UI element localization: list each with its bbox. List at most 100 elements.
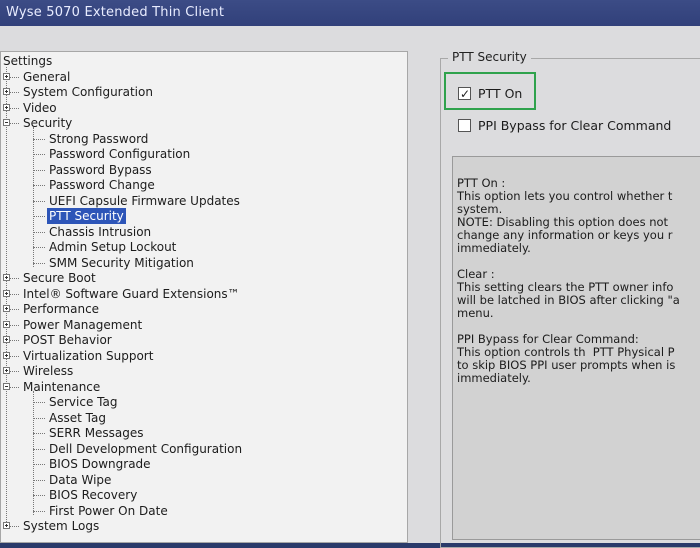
tree-item-label: BIOS Downgrade (49, 457, 151, 471)
tree-item-bios-recovery[interactable]: BIOS Recovery (47, 487, 139, 503)
tree-connector (33, 138, 45, 140)
tree-item-password-change[interactable]: Password Change (47, 177, 157, 193)
help-line: immediately. (457, 371, 531, 385)
tree-item-serr-messages[interactable]: SERR Messages (47, 425, 146, 441)
help-text: PTT On : This option lets you control whe… (457, 177, 700, 385)
tree-connector (10, 107, 19, 109)
tree-item-label: Password Configuration (49, 147, 191, 161)
tree-connector (6, 67, 7, 528)
tree-item-general[interactable]: General (21, 69, 72, 85)
tree-item-label: System Configuration (23, 85, 153, 99)
help-line: menu. (457, 306, 494, 320)
tree-item-label: Virtualization Support (23, 348, 154, 363)
tree-item-wireless[interactable]: Wireless (21, 363, 75, 379)
tree-connector (33, 448, 45, 450)
tree-connector (10, 92, 19, 93)
tree-connector (33, 417, 45, 419)
tree-item-system-configuration[interactable]: System Configuration (21, 84, 155, 100)
tree-item-label: UEFI Capsule Firmware Updates (49, 193, 240, 208)
tree-item-video[interactable]: Video (21, 100, 59, 116)
tree-connector (10, 278, 19, 279)
tree-item-smm-security-mitigation[interactable]: SMM Security Mitigation (47, 255, 196, 271)
tree-item-label: Admin Setup Lockout (49, 240, 177, 254)
tree-item-label: Asset Tag (49, 410, 106, 425)
ptt-on-checkbox[interactable]: ✓ (458, 87, 471, 101)
tree-item-power-management[interactable]: Power Management (21, 317, 144, 333)
tree-connector (33, 200, 45, 202)
expand-icon[interactable] (3, 351, 10, 359)
expand-icon[interactable] (3, 522, 10, 529)
expand-icon[interactable] (3, 336, 10, 343)
tree-item-label: Wireless (23, 364, 74, 378)
tree-item-dell-development-configuration[interactable]: Dell Development Configuration (47, 441, 244, 457)
ppi-bypass-checkbox[interactable]: ✓ (458, 119, 471, 132)
tree-item-system-logs[interactable]: System Logs (21, 518, 101, 534)
tree-connector (33, 402, 45, 403)
tree-item-intel-software-guard-extensions[interactable]: Intel® Software Guard Extensions™ (21, 286, 242, 302)
tree-item-label: Performance (23, 302, 100, 316)
tree-item-label: Video (23, 100, 57, 115)
expand-icon[interactable] (3, 320, 10, 328)
expand-icon[interactable] (3, 72, 10, 80)
help-text-panel: PTT On : This option lets you control whe… (452, 156, 700, 540)
tree-item-label: Password Change (49, 178, 155, 192)
tree-item-secure-boot[interactable]: Secure Boot (21, 270, 98, 286)
expand-icon[interactable] (3, 274, 10, 281)
tree-connector (10, 293, 19, 295)
collapse-icon[interactable] (3, 382, 10, 390)
expand-icon[interactable] (3, 103, 10, 111)
tree-item-bios-downgrade[interactable]: BIOS Downgrade (47, 456, 153, 472)
tree-item-virtualization-support[interactable]: Virtualization Support (21, 348, 155, 364)
settings-tree[interactable]: Settings General System Configuration Video… (0, 51, 408, 543)
tree-connector (10, 340, 19, 341)
tree-connector (10, 386, 19, 388)
tree-connector (33, 464, 45, 465)
tree-item-security[interactable]: Security (21, 115, 74, 131)
tree-item-label: SERR Messages (49, 426, 144, 440)
tree-item-performance[interactable]: Performance (21, 301, 101, 317)
tree-connector (10, 371, 19, 372)
tree-connector (10, 355, 19, 357)
tree-connector (10, 76, 19, 78)
collapse-icon[interactable] (3, 119, 10, 126)
tree-connector (33, 154, 45, 155)
tree-item-password-bypass[interactable]: Password Bypass (47, 162, 154, 178)
expand-icon[interactable] (3, 305, 10, 312)
tree-root-settings[interactable]: Settings (1, 53, 54, 69)
tree-item-label: Security (23, 116, 73, 130)
tree-item-strong-password[interactable]: Strong Password (47, 131, 150, 147)
tree-item-service-tag[interactable]: Service Tag (47, 394, 119, 410)
tree-connector (33, 495, 45, 496)
tree-item-admin-setup-lockout[interactable]: Admin Setup Lockout (47, 239, 178, 255)
tree-connector (33, 262, 45, 264)
tree-connector (33, 231, 45, 233)
tree-item-label: Dell Development Configuration (49, 441, 243, 456)
tree-item-label: Data Wipe (49, 472, 112, 487)
expand-icon[interactable] (3, 289, 10, 297)
tree-item-data-wipe[interactable]: Data Wipe (47, 472, 113, 488)
expand-icon[interactable] (3, 88, 10, 95)
tree-item-post-behavior[interactable]: POST Behavior (21, 332, 114, 348)
tree-item-label: Service Tag (49, 395, 118, 409)
tree-connector (33, 433, 45, 434)
tree-item-ptt-security[interactable]: PTT Security (47, 208, 126, 224)
tree-connector (10, 309, 19, 310)
expand-icon[interactable] (3, 367, 10, 374)
tree-item-first-power-on-date[interactable]: First Power On Date (47, 503, 170, 519)
tree-item-label: PTT Security (47, 208, 126, 224)
tree-item-label: Secure Boot (23, 271, 96, 285)
tree-connector (33, 185, 45, 186)
tree-item-password-configuration[interactable]: Password Configuration (47, 146, 192, 162)
tree-item-asset-tag[interactable]: Asset Tag (47, 410, 108, 426)
ppi-bypass-label: PPI Bypass for Clear Command (478, 118, 672, 133)
tree-item-chassis-intrusion[interactable]: Chassis Intrusion (47, 224, 153, 240)
tree-connector (10, 526, 19, 527)
tree-connector (33, 169, 45, 171)
tree-connector (10, 324, 19, 326)
tree-item-label: General (23, 69, 71, 84)
tree-item-uefi-capsule-firmware-updates[interactable]: UEFI Capsule Firmware Updates (47, 193, 242, 209)
window-title: Wyse 5070 Extended Thin Client (0, 0, 700, 26)
tree-item-label: Chassis Intrusion (49, 224, 152, 239)
tree-item-label: SMM Security Mitigation (49, 255, 194, 270)
bios-setup-client: Settings General System Configuration Video… (0, 26, 700, 548)
